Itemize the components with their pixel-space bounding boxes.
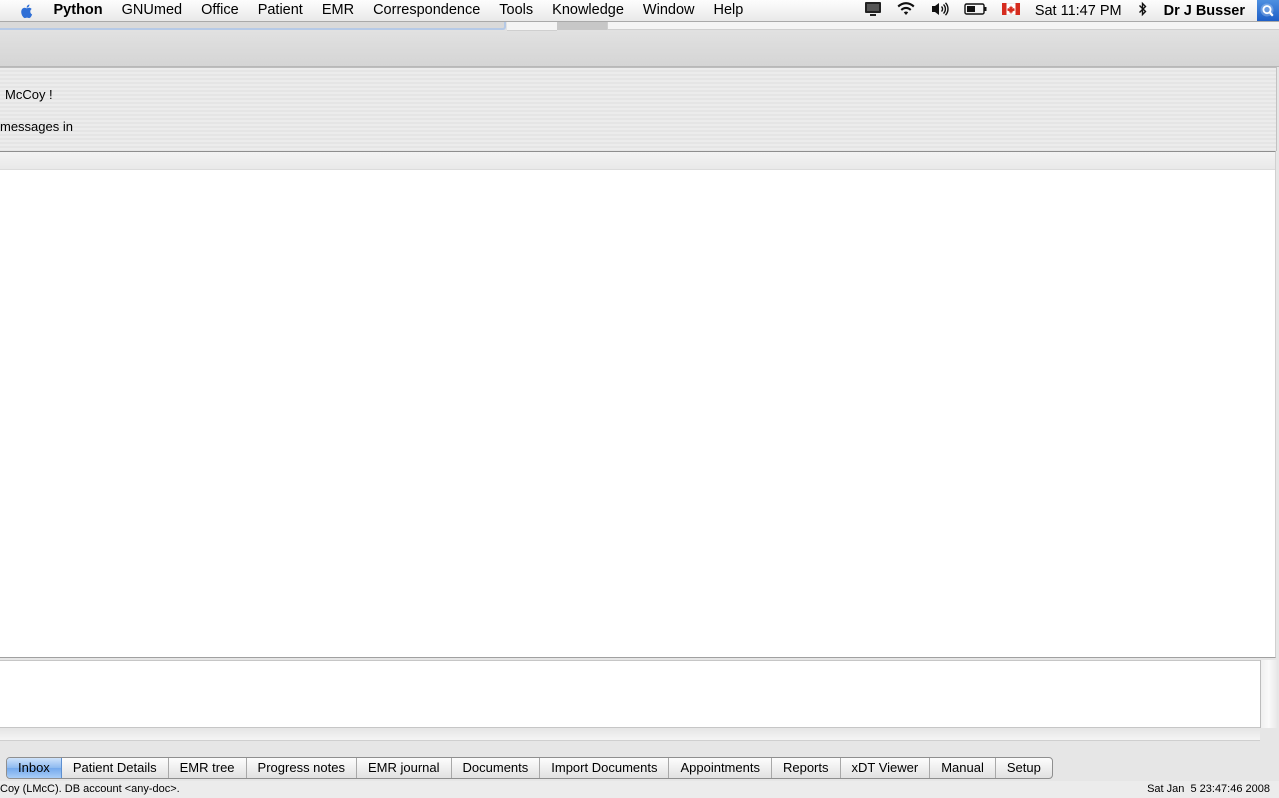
menu-correspondence[interactable]: Correspondence xyxy=(364,0,490,21)
menu-tools[interactable]: Tools xyxy=(490,0,543,21)
tab-appointments[interactable]: Appointments xyxy=(669,758,772,778)
tab-manual[interactable]: Manual xyxy=(930,758,996,778)
canada-flag-icon[interactable] xyxy=(1001,2,1021,18)
inbox-header: McCoy ! messages in xyxy=(0,67,1277,151)
menu-office[interactable]: Office xyxy=(192,0,249,21)
menu-knowledge[interactable]: Knowledge xyxy=(543,0,634,21)
toolbar-segment-2[interactable] xyxy=(557,22,607,30)
menu-app-python[interactable]: Python xyxy=(44,0,112,21)
battery-icon[interactable] xyxy=(964,2,988,19)
volume-icon[interactable] xyxy=(930,1,950,20)
tab-xdt-viewer[interactable]: xDT Viewer xyxy=(841,758,931,778)
tab-emr-journal[interactable]: EMR journal xyxy=(357,758,452,778)
menu-window[interactable]: Window xyxy=(633,0,704,21)
tab-inbox[interactable]: Inbox xyxy=(7,758,62,778)
status-timestamp: Sat Jan 5 23:47:46 2008 xyxy=(1147,783,1270,795)
menu-patient[interactable]: Patient xyxy=(248,0,312,21)
menu-bar: Python GNUmed Office Patient EMR Corresp… xyxy=(0,0,1279,22)
tab-emr-tree[interactable]: EMR tree xyxy=(169,758,247,778)
tab-progress-notes[interactable]: Progress notes xyxy=(247,758,357,778)
status-bar: Coy (LMcC). DB account <any-doc>. Sat Ja… xyxy=(0,781,1279,798)
menubar-clock[interactable]: Sat 11:47 PM xyxy=(1035,3,1122,19)
tab-import-documents[interactable]: Import Documents xyxy=(540,758,670,778)
horizontal-scrollbar[interactable] xyxy=(0,729,1260,741)
menu-emr[interactable]: EMR xyxy=(312,0,363,21)
menu-items: Python GNUmed Office Patient EMR Corresp… xyxy=(44,0,753,21)
menu-gnumed[interactable]: GNUmed xyxy=(112,0,191,21)
notebook-tabs: Inbox Patient Details EMR tree Progress … xyxy=(6,757,1053,779)
patient-search-field[interactable] xyxy=(0,22,506,30)
message-details-pane[interactable] xyxy=(0,660,1260,728)
tab-patient-details[interactable]: Patient Details xyxy=(62,758,169,778)
inbox-message-count: messages in xyxy=(0,119,73,134)
apple-menu-icon[interactable] xyxy=(18,2,38,20)
tab-setup[interactable]: Setup xyxy=(996,758,1052,778)
inbox-greeting: McCoy ! xyxy=(5,87,53,102)
menu-extras: Sat 11:47 PM Dr J Busser xyxy=(857,0,1279,21)
tab-documents[interactable]: Documents xyxy=(452,758,541,778)
menu-help[interactable]: Help xyxy=(704,0,753,21)
toolbar-segment-1[interactable] xyxy=(507,22,557,31)
top-toolbar xyxy=(0,22,1279,67)
inbox-message-list[interactable] xyxy=(0,151,1276,658)
bluetooth-icon[interactable] xyxy=(1137,1,1149,20)
menubar-user[interactable]: Dr J Busser xyxy=(1164,3,1245,19)
display-icon[interactable] xyxy=(864,1,882,20)
tab-reports[interactable]: Reports xyxy=(772,758,841,778)
message-list-header[interactable] xyxy=(0,152,1275,170)
details-vertical-scrollbar[interactable] xyxy=(1260,660,1277,728)
spotlight-icon[interactable] xyxy=(1257,0,1279,21)
status-login-text: Coy (LMcC). DB account <any-doc>. xyxy=(0,783,180,795)
wifi-icon[interactable] xyxy=(896,1,916,20)
toolbar-segment-3[interactable] xyxy=(607,22,1279,30)
